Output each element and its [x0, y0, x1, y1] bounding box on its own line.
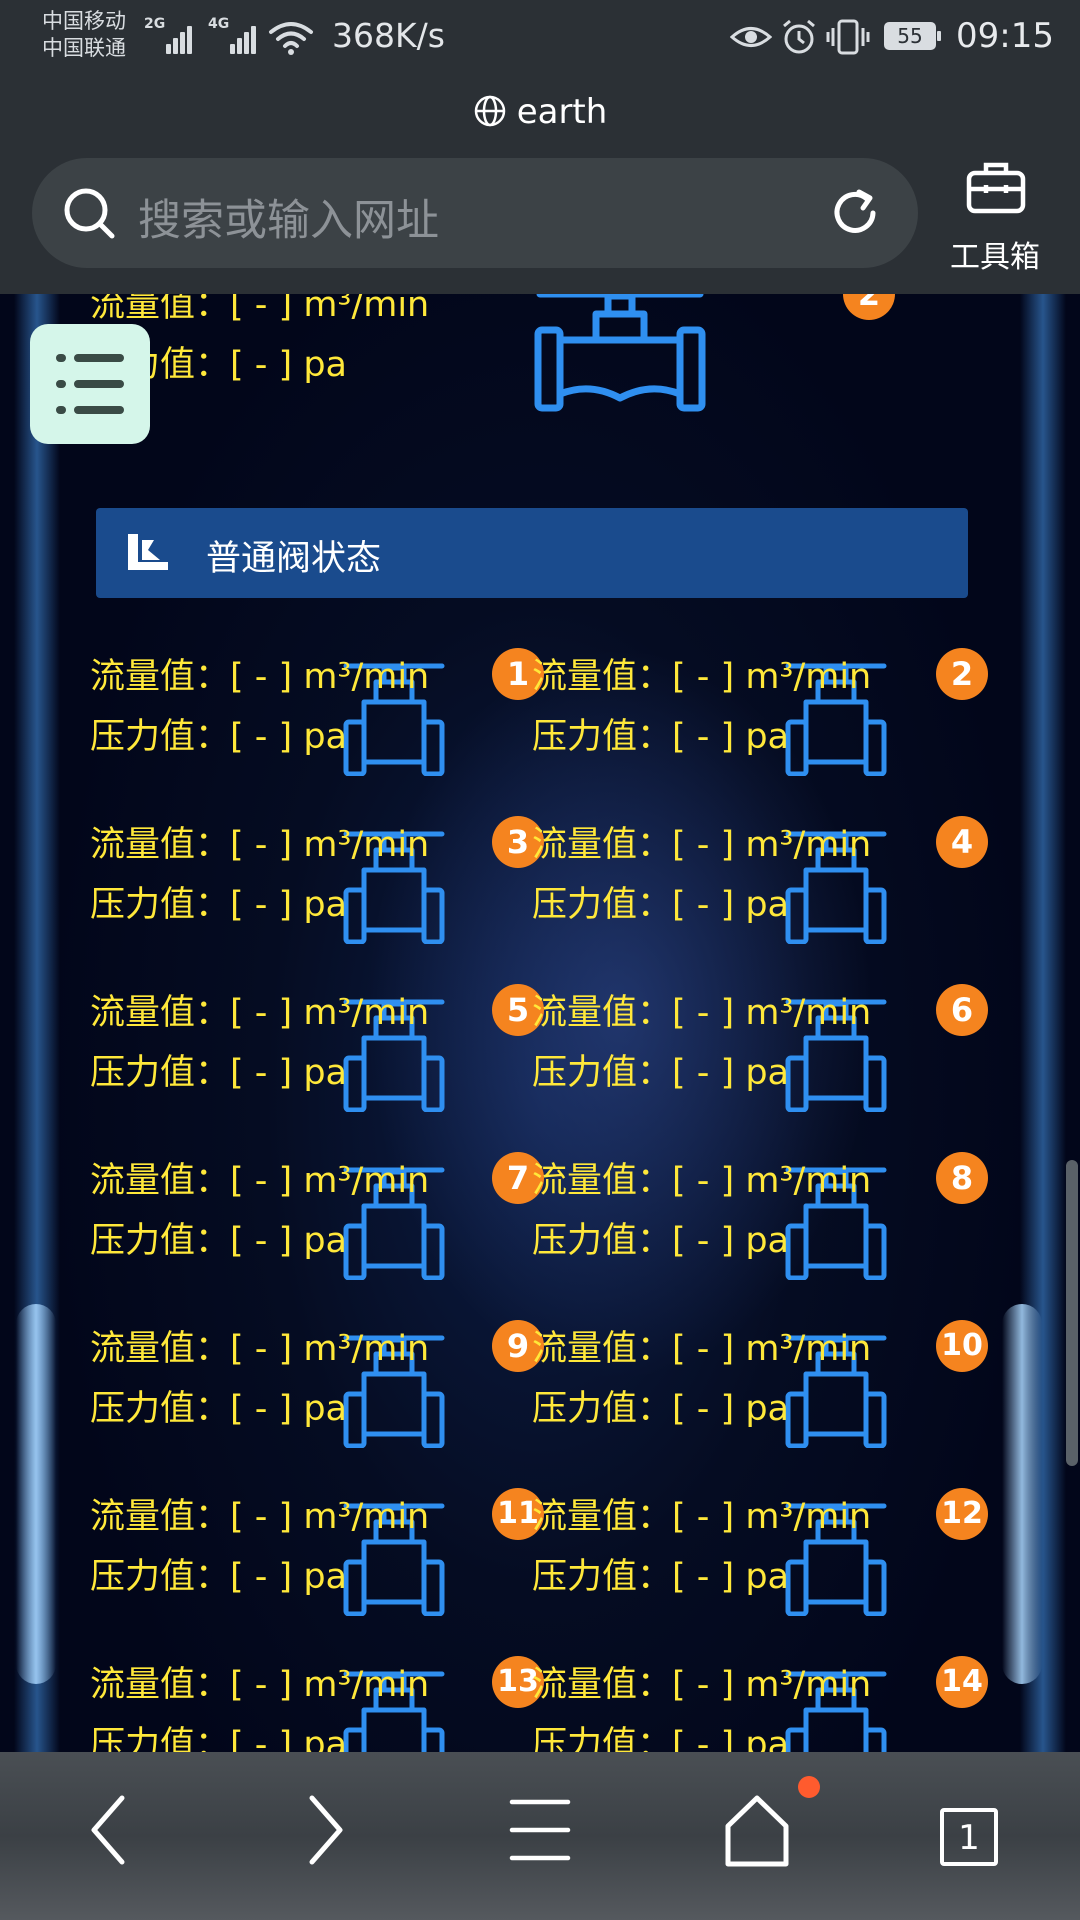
valve-number-badge: 6	[936, 984, 988, 1036]
bottom-navigation: 1	[0, 1752, 1080, 1920]
flow-text: 流量值：[ - ] m³/min	[90, 1665, 430, 1705]
pressure-text: 压力值：[ - ] pa	[532, 1725, 789, 1752]
flow-text: 流量值：[ - ] m³/min	[90, 1329, 430, 1369]
flow-text: 流量值：[ - ] m³/min	[90, 1161, 430, 1201]
pressure-text: 压力值：[ - ] pa	[532, 1221, 789, 1261]
flow-text: 流量值：[ - ] m³/min	[90, 993, 430, 1033]
frame-left-glow	[16, 1304, 56, 1684]
signal-4g-icon: 4G	[208, 14, 260, 54]
flow-text: 流量值：[ - ] m³/min	[532, 825, 872, 865]
partial-flow-text: 流量值：[ - ] m³/min	[90, 294, 430, 325]
valve-item: 流量值：[ - ] m³/min 压力值：[ - ] pa 3	[90, 816, 544, 966]
signal-2g-tag: 2G	[144, 16, 166, 32]
pressure-text: 压力值：[ - ] pa	[532, 1053, 789, 1093]
back-arrow-icon[interactable]	[78, 1790, 138, 1870]
valve-number-badge: 10	[936, 1320, 988, 1372]
flow-text: 流量值：[ - ] m³/min	[532, 1161, 872, 1201]
valve-item: 流量值：[ - ] m³/min 压力值：[ - ] pa 5	[90, 984, 544, 1134]
battery-indicator: 55	[884, 22, 941, 50]
carrier-1: 中国移动	[42, 9, 126, 33]
valve-item: 流量值：[ - ] m³/min 压力值：[ - ] pa 12	[532, 1488, 988, 1638]
pressure-text: 压力值：[ - ] pa	[532, 885, 789, 925]
valve-item: 流量值：[ - ] m³/min 压力值：[ - ] pa 6	[532, 984, 988, 1134]
forward-arrow-icon[interactable]	[296, 1790, 356, 1870]
wifi-icon	[269, 22, 313, 55]
valve-item: 流量值：[ - ] m³/min 压力值：[ - ] pa 10	[532, 1320, 988, 1470]
frame-right-glow	[1002, 1304, 1042, 1684]
pressure-text: 压力值：[ - ] pa	[90, 1221, 347, 1261]
network-speed: 368K/s	[332, 16, 445, 55]
valve-number-badge: 8	[936, 1152, 988, 1204]
section-logo-icon	[128, 534, 168, 570]
pressure-text: 压力值：[ - ] pa	[532, 717, 789, 757]
refresh-icon[interactable]	[828, 186, 882, 240]
valve-number-badge: 4	[936, 816, 988, 868]
flow-text: 流量值：[ - ] m³/min	[532, 1329, 872, 1369]
flow-text: 流量值：[ - ] m³/min	[532, 993, 872, 1033]
valve-item: 流量值：[ - ] m³/min 压力值：[ - ] pa 4	[532, 816, 988, 966]
pressure-text: 压力值：[ - ] pa	[90, 1053, 347, 1093]
pressure-text: 压力值：[ - ] pa	[90, 1725, 347, 1752]
carrier-2: 中国联通	[42, 36, 126, 60]
valve-number-badge: 14	[936, 1656, 988, 1708]
menu-list-button[interactable]	[30, 324, 150, 444]
valve-item: 流量值：[ - ] m³/min 压力值：[ - ] pa 13	[90, 1656, 544, 1752]
address-placeholder: 搜索或输入网址	[138, 196, 439, 246]
flow-text: 流量值：[ - ] m³/min	[90, 1497, 430, 1537]
flow-text: 流量值：[ - ] m³/min	[532, 1497, 872, 1537]
toolbox-label: 工具箱	[950, 240, 1040, 275]
web-content: 流量值：[ - ] m³/min 压力值：[ - ] pa 2 普通阀状态 流量…	[0, 294, 1080, 1752]
vibrate-icon	[826, 19, 870, 55]
valve-item: 流量值：[ - ] m³/min 压力值：[ - ] pa 8	[532, 1152, 988, 1302]
search-icon	[64, 188, 115, 239]
pressure-text: 压力值：[ - ] pa	[90, 1389, 347, 1429]
valve-item: 流量值：[ - ] m³/min 压力值：[ - ] pa 9	[90, 1320, 544, 1470]
site-title[interactable]: earth	[0, 92, 1080, 132]
scrollbar[interactable]	[1066, 1160, 1078, 1466]
pressure-text: 压力值：[ - ] pa	[532, 1557, 789, 1597]
site-name: earth	[516, 92, 608, 132]
pressure-text: 压力值：[ - ] pa	[90, 1557, 347, 1597]
valve-item: 流量值：[ - ] m³/min 压力值：[ - ] pa 1	[90, 648, 544, 798]
signal-4g-tag: 4G	[208, 16, 230, 32]
toolbox-button[interactable]: 工具箱	[940, 156, 1050, 276]
eye-icon	[730, 27, 772, 47]
flow-text: 流量值：[ - ] m³/min	[532, 1665, 872, 1705]
pressure-text: 压力值：[ - ] pa	[532, 1389, 789, 1429]
address-bar[interactable]: 搜索或输入网址	[32, 158, 918, 268]
pressure-text: 压力值：[ - ] pa	[90, 717, 347, 757]
valve-number-badge: 12	[936, 1488, 988, 1540]
section-header: 普通阀状态	[96, 508, 968, 598]
home-icon[interactable]	[722, 1790, 792, 1870]
alarm-icon	[783, 19, 815, 54]
toolbox-icon	[966, 162, 1026, 214]
partial-valve-badge: 2	[843, 294, 895, 320]
pressure-text: 压力值：[ - ] pa	[90, 885, 347, 925]
browser-header: earth 搜索或输入网址 工具箱	[0, 76, 1080, 294]
section-title: 普通阀状态	[206, 539, 382, 579]
valve-item: 流量值：[ - ] m³/min 压力值：[ - ] pa 11	[90, 1488, 544, 1638]
carrier-names: 中国移动 中国联通	[42, 8, 126, 62]
globe-icon	[474, 95, 505, 127]
valve-number-badge: 2	[936, 648, 988, 700]
signal-2g-icon: 2G	[144, 14, 196, 54]
status-bar: 中国移动 中国联通 2G 4G 368K/s 55 09:15	[0, 0, 1080, 76]
flow-text: 流量值：[ - ] m³/min	[90, 825, 430, 865]
flow-text: 流量值：[ - ] m³/min	[90, 657, 430, 697]
large-valve-icon	[534, 294, 706, 412]
home-notification-dot	[798, 1776, 820, 1798]
valve-item: 流量值：[ - ] m³/min 压力值：[ - ] pa 7	[90, 1152, 544, 1302]
valve-item: 流量值：[ - ] m³/min 压力值：[ - ] pa 2	[532, 648, 988, 798]
clock: 09:15	[956, 16, 1054, 56]
tabs-icon[interactable]: 1	[940, 1808, 998, 1866]
valve-item: 流量值：[ - ] m³/min 压力值：[ - ] pa 14	[532, 1656, 988, 1752]
flow-text: 流量值：[ - ] m³/min	[532, 657, 872, 697]
menu-icon[interactable]	[508, 1790, 572, 1870]
